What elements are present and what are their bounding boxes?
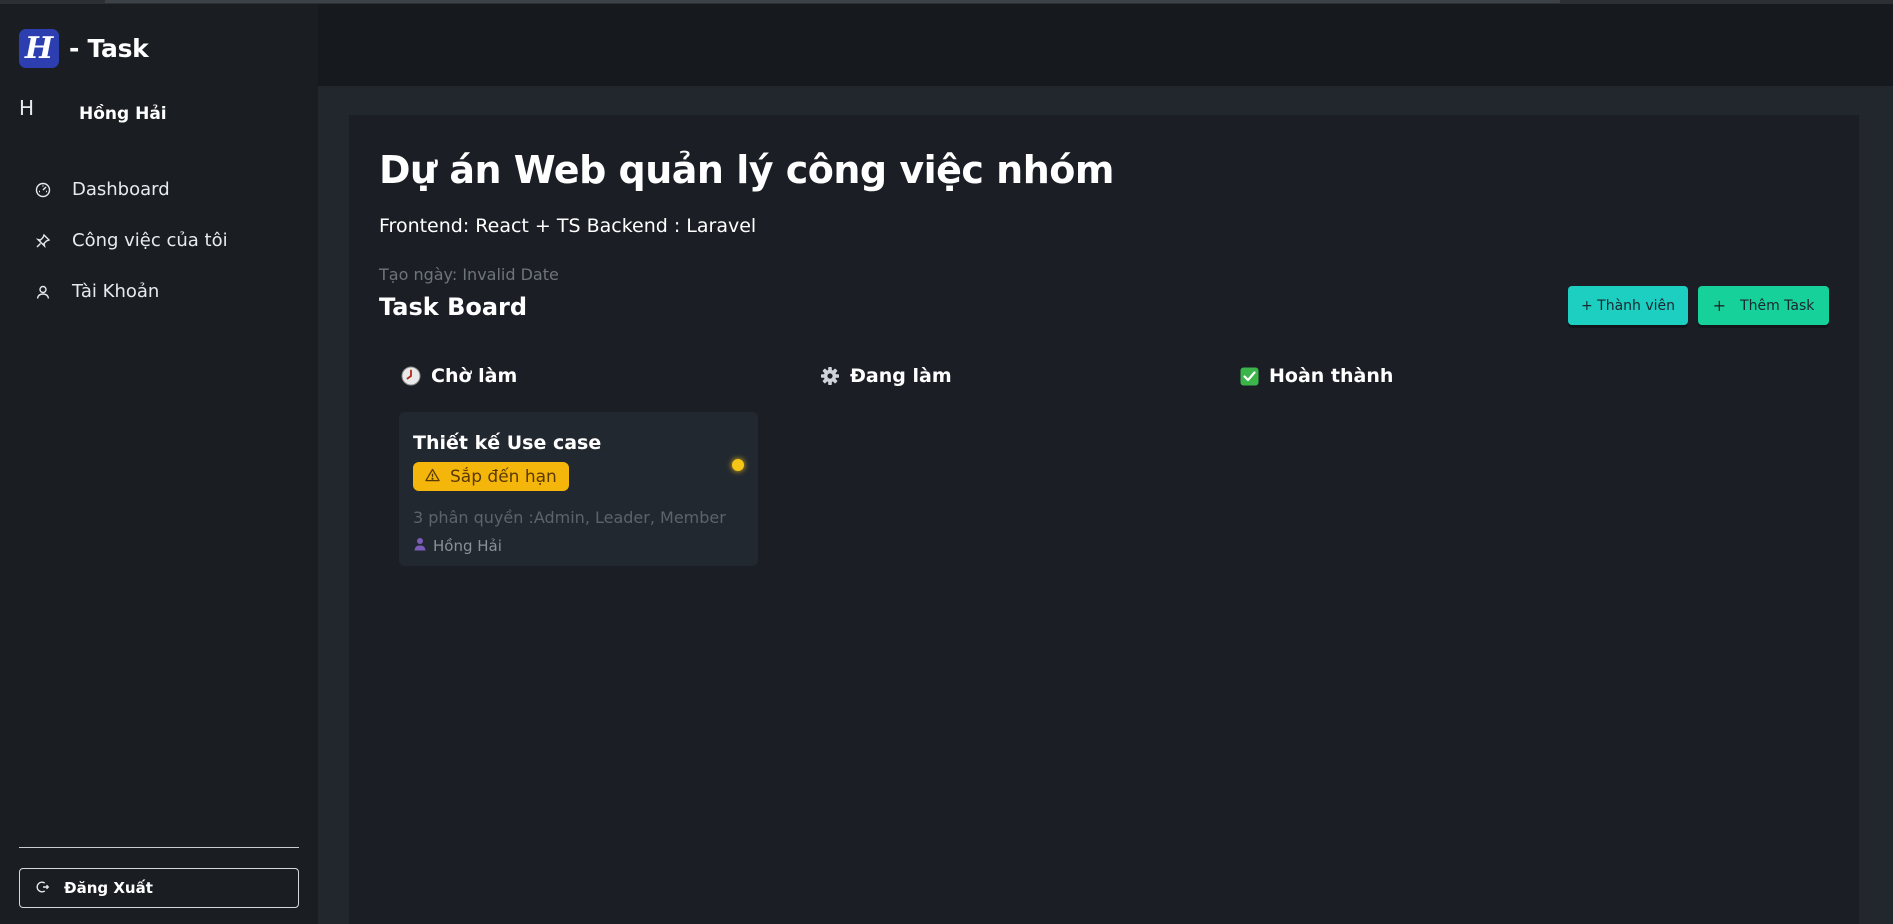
board-title: Task Board: [379, 293, 528, 321]
badge-label: Sắp đến hạn: [450, 466, 557, 487]
sidebar-item-label: Tài Khoản: [72, 281, 160, 302]
pin-icon: [34, 232, 52, 250]
sidebar-divider: [19, 847, 299, 848]
project-panel: Dự án Web quản lý công việc nhóm Fronten…: [349, 115, 1859, 924]
add-member-button[interactable]: + Thành viên: [1568, 286, 1688, 325]
logout-icon: [36, 879, 50, 898]
status-dot: [732, 459, 744, 471]
logout-button[interactable]: Đăng Xuất: [19, 868, 299, 908]
task-assignee: Hồng Hải: [413, 536, 502, 555]
add-task-button[interactable]: + Thêm Task: [1698, 286, 1829, 325]
user-name: Hồng Hải: [79, 104, 167, 124]
column-in-progress[interactable]: Đang làm: [798, 355, 1198, 915]
page-title: Dự án Web quản lý công việc nhóm: [379, 148, 1114, 192]
created-date: Tạo ngày: Invalid Date: [379, 265, 559, 284]
brand-logo: H: [19, 29, 59, 68]
project-description: Frontend: React + TS Backend : Laravel: [379, 215, 757, 237]
logout-label: Đăng Xuất: [64, 879, 153, 897]
person-icon: [413, 536, 427, 555]
task-permissions: 3 phân quyền :Admin, Leader, Member: [413, 508, 726, 527]
warning-icon: [425, 467, 440, 486]
column-todo[interactable]: Chờ làm Thiết kế Use case Sắp đến hạn 3 …: [379, 355, 779, 915]
sidebar-item-dashboard[interactable]: Dashboard: [0, 164, 318, 215]
task-board: Chờ làm Thiết kế Use case Sắp đến hạn 3 …: [379, 355, 1829, 915]
add-task-label: Thêm Task: [1740, 297, 1815, 314]
column-title: Đang làm: [850, 365, 952, 387]
column-header: Chờ làm: [401, 365, 517, 387]
brand[interactable]: H - Task: [19, 29, 149, 68]
column-done[interactable]: Hoàn thành: [1217, 355, 1617, 915]
column-title: Hoàn thành: [1269, 365, 1394, 387]
gear-icon: [820, 366, 840, 386]
clock-icon: [401, 366, 421, 386]
gauge-icon: [34, 181, 52, 199]
sidebar-item-my-tasks[interactable]: Công việc của tôi: [0, 215, 318, 266]
assignee-name: Hồng Hải: [433, 536, 502, 555]
sidebar-nav: Dashboard Công việc của tôi Tài Khoản: [0, 164, 318, 317]
plus-icon: +: [1712, 296, 1727, 315]
column-header: Hoàn thành: [1239, 365, 1393, 387]
sidebar-item-account[interactable]: Tài Khoản: [0, 266, 318, 317]
check-box-icon: [1239, 366, 1259, 386]
user-icon: [34, 283, 52, 301]
due-soon-badge: Sắp đến hạn: [413, 462, 569, 491]
sidebar-item-label: Dashboard: [72, 179, 170, 200]
brand-title: - Task: [69, 34, 149, 63]
user-avatar-initial: H: [19, 96, 35, 120]
top-bar: [318, 4, 1893, 86]
column-header: Đang làm: [820, 365, 952, 387]
sidebar: H - Task H Hồng Hải Dashboard Công việc …: [0, 4, 318, 924]
task-card[interactable]: Thiết kế Use case Sắp đến hạn 3 phân quy…: [399, 412, 758, 566]
task-title: Thiết kế Use case: [413, 432, 602, 454]
column-title: Chờ làm: [431, 365, 518, 387]
sidebar-item-label: Công việc của tôi: [72, 230, 228, 251]
